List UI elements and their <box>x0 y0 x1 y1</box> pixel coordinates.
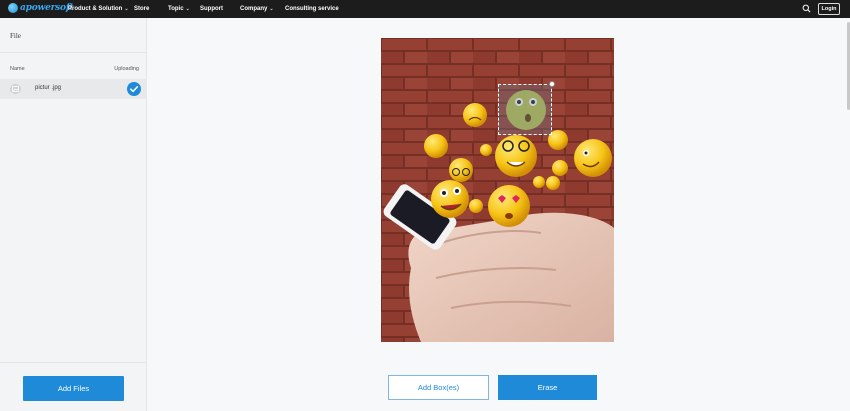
nav-label: Company <box>240 6 268 12</box>
chevron-down-icon: ⌄ <box>269 6 274 12</box>
erase-button[interactable]: Erase <box>498 375 597 400</box>
column-header-name: Name <box>10 66 25 72</box>
nav-company[interactable]: Company ⌄ <box>240 0 274 18</box>
column-header-uploading: Uploading <box>114 66 139 72</box>
checkmark-icon <box>127 82 141 96</box>
nav-store[interactable]: Store <box>134 0 149 18</box>
logo-text: apowersoft <box>20 3 74 13</box>
nav-support[interactable]: Support <box>200 0 223 18</box>
file-name: pictur .jpg <box>35 85 62 91</box>
nav-label: Consulting service <box>285 6 339 12</box>
divider <box>0 52 147 53</box>
nav-topic[interactable]: Topic ⌄ <box>168 0 190 18</box>
divider <box>0 362 147 363</box>
selection-box[interactable] <box>498 84 552 135</box>
login-button[interactable]: Login <box>818 3 840 15</box>
file-sidebar: File Name Uploading pictur .jpg Add File… <box>0 18 147 411</box>
nav-consulting-service[interactable]: Consulting service <box>285 0 339 18</box>
nav-product-solution[interactable]: Product & Solution ⌄ <box>68 0 129 18</box>
file-list-item[interactable]: pictur .jpg <box>0 79 147 99</box>
nav-label: Support <box>200 6 223 12</box>
add-files-button[interactable]: Add Files <box>23 376 124 401</box>
nav-label: Product & Solution <box>68 6 123 12</box>
sidebar-title: File <box>10 32 21 40</box>
image-icon <box>10 84 21 94</box>
chevron-down-icon: ⌄ <box>185 6 190 12</box>
brand-logo[interactable]: apowersoft <box>8 3 74 13</box>
nav-label: Store <box>134 6 150 12</box>
add-boxes-button[interactable]: Add Box(es) <box>388 375 489 400</box>
logo-icon <box>8 3 18 13</box>
nav-label: Topic <box>168 6 184 12</box>
chevron-down-icon: ⌄ <box>124 6 129 12</box>
selection-resize-handle[interactable] <box>549 81 555 87</box>
search-icon[interactable] <box>802 4 811 13</box>
top-navbar: apowersoft Product & Solution ⌄ Store Top… <box>0 0 850 18</box>
